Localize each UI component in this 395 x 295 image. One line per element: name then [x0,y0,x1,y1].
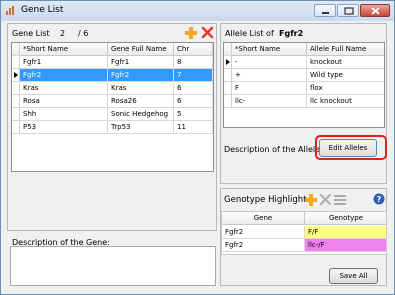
table-cell: Fgfr1 [108,56,174,69]
row-header [12,43,20,56]
table-cell: Kras [108,82,174,95]
gene-list-label: Gene List [12,29,50,38]
table-cell: Fgfr2 [222,239,305,252]
table-header: *Short Name Allele Full Name [224,43,384,56]
table-cell: F/F [305,226,386,239]
row-header[interactable] [224,82,232,95]
table-cell: *Short Name [232,43,307,56]
list-icon[interactable] [334,194,346,205]
window-title: Gene List [21,5,64,15]
row-header[interactable] [12,69,20,82]
close-button[interactable] [360,4,390,17]
table-cell: flox [307,82,384,95]
row-header[interactable] [224,69,232,82]
table-cell: Fgfr2 [222,226,305,239]
table-cell: Wild type [307,69,384,82]
table-cell: Genotype [305,212,386,225]
gene-description-field[interactable] [10,246,216,286]
gene-list-panel: Gene List 2 / 6 *Short Name Gene Full Nam… [7,23,217,231]
maximize-button[interactable] [337,4,359,17]
row-header [224,43,232,56]
genotype-label: Genotype Highlight [224,195,307,205]
table-cell: 6 [174,95,213,108]
table-cell: Chr [174,43,213,56]
gene-current-index: 2 [60,29,66,38]
row-header[interactable] [12,56,20,69]
svg-text:?: ? [377,195,382,204]
row-header[interactable] [12,108,20,121]
table-row[interactable]: Fgfr2 Fgfr2 7 [12,69,213,82]
table-row[interactable]: llc-llc knockout [224,95,384,108]
highlight-outline [315,135,387,160]
add-icon[interactable] [184,26,198,40]
row-header[interactable] [12,82,20,95]
gene-table[interactable]: *Short Name Gene Full Name Chr Fgfr1 Fgfr1 8 F… [11,42,214,172]
table-cell: + [232,69,307,82]
table-cell: 7 [174,69,213,82]
table-cell: Fgfr2 [108,69,174,82]
row-header[interactable] [224,95,232,108]
main-window: Gene List Gene List 2 / 6 *Short Name Gen… [0,0,395,295]
table-cell: Fgfr1 [20,56,108,69]
genotype-panel: Genotype Highlight ? Gene Genotype Fgfr2 F/… [220,188,387,286]
table-row[interactable]: - knockout [224,56,384,69]
table-row[interactable]: Fgfr2 F/F [222,226,386,239]
table-cell: llc- [232,95,307,108]
table-row[interactable]: + Wild type [224,69,384,82]
table-row[interactable]: Fgfr2 llc-/F [222,239,386,252]
table-cell: Fgfr2 [20,69,108,82]
row-pointer-icon [226,59,230,65]
table-cell: Gene Full Name [108,43,174,56]
table-cell: Rosa [20,95,108,108]
save-all-button[interactable]: Save All [329,268,378,284]
table-row[interactable]: Fgfr1 Fgfr1 8 [12,56,213,69]
table-cell: llc knockout [307,95,384,108]
app-icon [6,6,16,15]
table-cell: 6 [174,82,213,95]
table-row[interactable]: Fflox [224,82,384,95]
row-pointer-icon [14,72,18,78]
allele-table[interactable]: *Short Name Allele Full Name - knockout + Wil… [223,42,385,128]
row-header[interactable] [12,95,20,108]
table-cell: llc-/F [305,239,386,252]
table-row[interactable]: Shh Sonic Hedgehog 5 [12,108,213,121]
row-header[interactable] [12,121,20,134]
genotype-table[interactable]: Gene Genotype Fgfr2 F/F Fgfr2 llc-/F [221,211,387,255]
table-row[interactable]: Kras Kras 6 [12,82,213,95]
table-header: Gene Genotype [222,212,386,225]
title-bar[interactable]: Gene List [1,1,394,21]
minimize-button[interactable] [314,4,336,17]
table-cell: Sonic Hedgehog [108,108,174,121]
gene-total-count: / 6 [78,29,89,38]
table-cell: P53 [20,121,108,134]
delete-icon[interactable] [201,26,214,39]
table-cell: Rosa26 [108,95,174,108]
table-cell: F [232,82,307,95]
table-row[interactable]: Rosa Rosa26 6 [12,95,213,108]
add-icon[interactable] [305,194,317,206]
allele-list-label: Allele List of [225,29,274,38]
allele-gene-name: Fgfr2 [279,29,304,38]
table-cell: Trp53 [108,121,174,134]
allele-description-label: Description of the Allele: [224,145,323,154]
table-cell: - [232,56,307,69]
table-cell: Kras [20,82,108,95]
table-cell: Shh [20,108,108,121]
delete-icon[interactable] [320,194,331,205]
table-cell: Gene [222,212,305,225]
row-header[interactable] [224,56,232,69]
table-cell: knockout [307,56,384,69]
table-row[interactable]: P53 Trp53 11 [12,121,213,134]
table-cell: 5 [174,108,213,121]
table-cell: 8 [174,56,213,69]
help-icon[interactable]: ? [373,193,385,205]
table-cell: 11 [174,121,213,134]
table-header: *Short Name Gene Full Name Chr [12,43,213,56]
table-cell: *Short Name [20,43,108,56]
table-cell: Allele Full Name [307,43,384,56]
